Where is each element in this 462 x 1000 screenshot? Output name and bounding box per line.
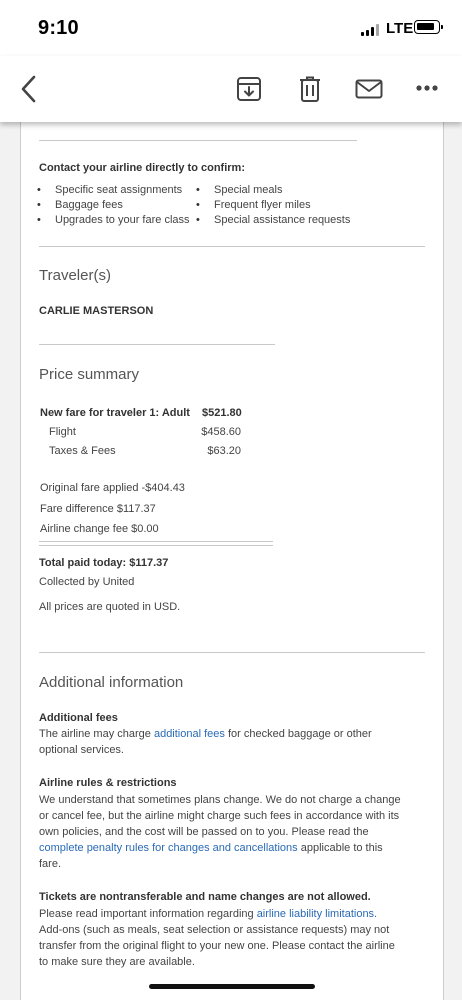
divider [39, 541, 273, 542]
more-button[interactable] [414, 81, 440, 95]
delete-button[interactable] [298, 75, 322, 103]
divider [39, 140, 357, 141]
list-item: Specific seat assignments [37, 183, 190, 198]
collected-by: Collected by United [39, 576, 135, 588]
mail-toolbar [0, 56, 462, 122]
fees-text: The airline may charge additional fees f… [39, 726, 431, 758]
confirm-heading: Contact your airline directly to confirm… [39, 162, 245, 174]
traveler-name: CARLIE MASTERSON [39, 305, 154, 317]
fees-text-3: optional services. [39, 744, 124, 756]
rules-text: We understand that sometimes plans chang… [39, 792, 431, 872]
archive-button[interactable] [236, 76, 262, 102]
divider [39, 545, 273, 546]
mail-icon [355, 79, 383, 99]
tickets-line: transfer from the original flight to you… [39, 940, 395, 952]
list-item: Upgrades to your fare class [37, 213, 190, 228]
fees-heading: Additional fees [39, 712, 118, 724]
list-item: Special assistance requests [196, 213, 350, 228]
original-fare: Original fare applied -$404.43 [40, 482, 185, 494]
rules-heading: Airline rules & restrictions [39, 777, 177, 789]
liability-link[interactable]: airline liability limitations. [257, 908, 377, 920]
flight-value: $458.60 [201, 426, 241, 438]
fees-text-2: for checked baggage or other [227, 728, 372, 740]
currency-note: All prices are quoted in USD. [39, 601, 181, 613]
divider [39, 246, 425, 247]
list-item: Baggage fees [37, 198, 190, 213]
rules-line: or cancel fee, but the airline might cha… [39, 810, 400, 822]
more-icon [416, 85, 438, 91]
confirm-list-right: Special meals Frequent flyer miles Speci… [196, 183, 350, 228]
email-body: Contact your airline directly to confirm… [20, 110, 444, 1000]
tickets-line: to make sure they are available. [39, 956, 195, 968]
total-value: $117.37 [129, 557, 169, 569]
travelers-heading: Traveler(s) [39, 267, 111, 284]
signal-icon [361, 24, 379, 36]
status-time: 9:10 [38, 17, 79, 39]
change-fee: Airline change fee $0.00 [40, 523, 159, 535]
trash-icon [300, 76, 320, 102]
price-summary-heading: Price summary [39, 366, 140, 383]
back-button[interactable] [14, 74, 42, 104]
additional-info-heading: Additional information [39, 674, 184, 691]
rules-line: own policies, and the cost will be passe… [39, 826, 369, 838]
tickets-line: Add-ons (such as meals, seat selection o… [39, 924, 390, 936]
mark-unread-button[interactable] [354, 78, 384, 100]
taxes-value: $63.20 [207, 445, 241, 457]
home-indicator[interactable] [149, 984, 315, 989]
total-label: Total paid today: [39, 557, 127, 569]
battery-icon [414, 20, 443, 34]
fees-text-1: The airline may charge [39, 728, 151, 740]
taxes-label: Taxes & Fees [49, 445, 116, 457]
status-bar: 9:10 LTE [0, 0, 462, 56]
tickets-text: Please read important information regard… [39, 906, 431, 970]
archive-icon [237, 77, 261, 101]
rules-line: applicable to this [300, 842, 383, 854]
divider [39, 652, 425, 653]
fare-difference: Fare difference $117.37 [40, 503, 156, 515]
new-fare-value: $521.80 [202, 407, 242, 419]
new-fare-label: New fare for traveler 1: Adult [40, 407, 190, 419]
rules-line: fare. [39, 858, 62, 870]
list-item: Frequent flyer miles [196, 198, 350, 213]
additional-fees-link[interactable]: additional fees [154, 728, 225, 740]
list-item: Special meals [196, 183, 350, 198]
divider [39, 344, 275, 345]
network-label: LTE [386, 20, 414, 37]
total-paid: Total paid today: $117.37 [39, 557, 168, 569]
tickets-line: Please read important information regard… [39, 908, 254, 920]
rules-line: We understand that sometimes plans chang… [39, 794, 401, 806]
chevron-left-icon [21, 75, 36, 103]
flight-label: Flight [49, 426, 76, 438]
confirm-list-left: Specific seat assignments Baggage fees U… [37, 183, 190, 228]
penalty-rules-link[interactable]: complete penalty rules for changes and c… [39, 842, 298, 854]
tickets-heading: Tickets are nontransferable and name cha… [39, 891, 371, 903]
